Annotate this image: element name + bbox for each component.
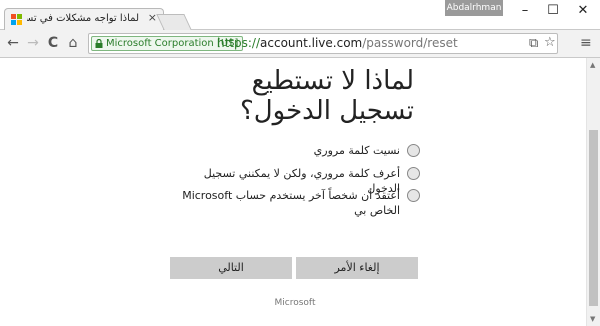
tab-close-icon[interactable]: × [148,11,157,24]
page-content: لماذا لا تستطيع تسجيل الدخول؟ نسيت كلمة … [0,58,586,326]
radio-account-compromised[interactable] [407,189,420,202]
reload-icon[interactable]: C [44,34,62,52]
url-path: /password/reset [362,36,458,50]
url-text[interactable]: https://account.live.com/password/reset [217,36,458,50]
back-icon[interactable]: ← [4,34,22,52]
profile-badge[interactable]: Abdalrhman [445,0,503,16]
url-host: account.live.com [260,36,363,50]
window-titlebar: لماذا تواجه مشكلات في تسـ × Abdalrhman –… [0,0,600,31]
scroll-up-icon[interactable]: ▲ [590,61,595,69]
minimize-button[interactable]: – [510,0,540,22]
address-bar[interactable]: Microsoft Corporation [US] https://accou… [88,33,558,54]
microsoft-logo-icon [11,14,23,26]
scrollbar-thumb[interactable] [589,130,598,306]
menu-icon[interactable]: ≡ [580,35,592,51]
radio-forgot-password[interactable] [407,144,420,157]
option-account-compromised[interactable]: أعتقد أن شخصاً آخر يستخدم حساب Microsoft… [170,188,420,218]
cancel-button[interactable]: إلغاء الأمر [296,257,418,279]
scroll-down-icon[interactable]: ▼ [590,315,595,323]
lock-icon [95,39,103,48]
option-label[interactable]: أعتقد أن شخصاً آخر يستخدم حساب Microsoft… [170,188,400,218]
bookmark-star-icon[interactable]: ☆ [544,35,556,50]
forward-icon[interactable]: → [24,34,42,52]
page-title: لماذا لا تستطيع تسجيل الدخول؟ [239,66,414,126]
browser-tab[interactable]: لماذا تواجه مشكلات في تسـ × [4,8,164,31]
footer-brand: Microsoft [274,298,316,308]
next-button[interactable]: التالي [170,257,292,279]
maximize-button[interactable]: ☐ [538,0,568,22]
vertical-scrollbar[interactable]: ▲ ▼ [586,58,600,326]
option-forgot-password[interactable]: نسيت كلمة مروري [170,143,420,158]
translate-icon[interactable]: ⧉ [529,36,538,51]
home-icon[interactable]: ⌂ [64,34,82,52]
url-scheme: https:// [217,36,261,50]
close-window-button[interactable]: ✕ [568,0,598,22]
radio-cannot-sign-in[interactable] [407,167,420,180]
option-label[interactable]: نسيت كلمة مروري [170,143,400,158]
tab-title: لماذا تواجه مشكلات في تسـ [27,13,139,24]
browser-toolbar: ← → C ⌂ Microsoft Corporation [US] https… [0,30,600,58]
